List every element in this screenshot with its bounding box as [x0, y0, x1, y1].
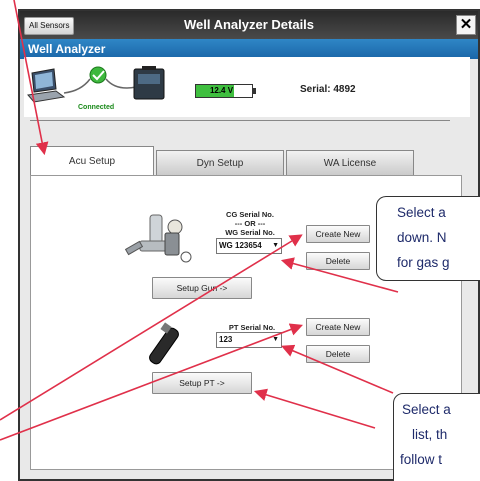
pressure-transducer-icon — [149, 322, 179, 365]
chevron-down-icon: ▼ — [272, 242, 279, 249]
device-serial: Serial: 4892 — [300, 84, 356, 95]
tab-acu-setup[interactable]: Acu Setup — [30, 146, 154, 176]
gas-gun-icon — [124, 214, 192, 263]
callout-gas-gun: Select a down. N for gas g — [376, 196, 480, 281]
close-icon[interactable]: ✕ — [456, 15, 476, 35]
divider — [30, 120, 450, 121]
cg-serial-label: CG Serial No. — [226, 210, 274, 219]
wg-serial-value: WG 123654 — [219, 241, 262, 250]
pt-serial-value: 123 — [219, 335, 233, 344]
connection-diagram — [27, 66, 165, 103]
callout-line: Select a — [397, 205, 446, 220]
check-circle-icon — [89, 66, 107, 84]
callout-line: list, th — [412, 427, 448, 442]
callout-line: down. N — [397, 230, 447, 245]
battery-terminal — [253, 88, 256, 94]
screenshot-canvas: All Sensors Well Analyzer Details ✕ Well… — [0, 0, 480, 481]
connection-status: Connected — [78, 104, 115, 111]
laptop-icon — [27, 68, 66, 103]
pt-delete-button[interactable]: Delete — [306, 345, 370, 363]
gun-create-new-button[interactable]: Create New — [306, 225, 370, 243]
analyzer-case-icon — [133, 66, 165, 100]
callout-line: follow t — [400, 452, 443, 467]
tab-dyn-setup[interactable]: Dyn Setup — [156, 150, 284, 176]
chevron-down-icon: ▼ — [272, 336, 279, 343]
or-label: --- OR --- — [234, 219, 266, 228]
battery-indicator: 12.4 V — [195, 84, 256, 98]
title-bar: All Sensors Well Analyzer Details ✕ — [20, 11, 478, 39]
section-header: Well Analyzer — [20, 39, 478, 59]
pt-serial-dropdown[interactable]: 123 ▼ — [216, 332, 282, 348]
wg-serial-label: WG Serial No. — [225, 228, 275, 237]
wg-serial-dropdown[interactable]: WG 123654 ▼ — [216, 238, 282, 254]
window-title: Well Analyzer Details — [183, 17, 315, 32]
callout-line: for gas g — [397, 255, 450, 270]
pt-create-new-button[interactable]: Create New — [306, 318, 370, 336]
pt-serial-label: PT Serial No. — [228, 323, 276, 332]
setup-pt-button[interactable]: Setup PT -> — [152, 372, 252, 394]
setup-gun-button[interactable]: Setup Gun -> — [152, 277, 252, 299]
tab-wa-license[interactable]: WA License — [286, 150, 414, 176]
callout-pt: Select a list, th follow t — [393, 393, 480, 481]
callout-line: Select a — [402, 402, 451, 417]
battery-voltage: 12.4 V — [196, 85, 235, 97]
gun-delete-button[interactable]: Delete — [306, 252, 370, 270]
